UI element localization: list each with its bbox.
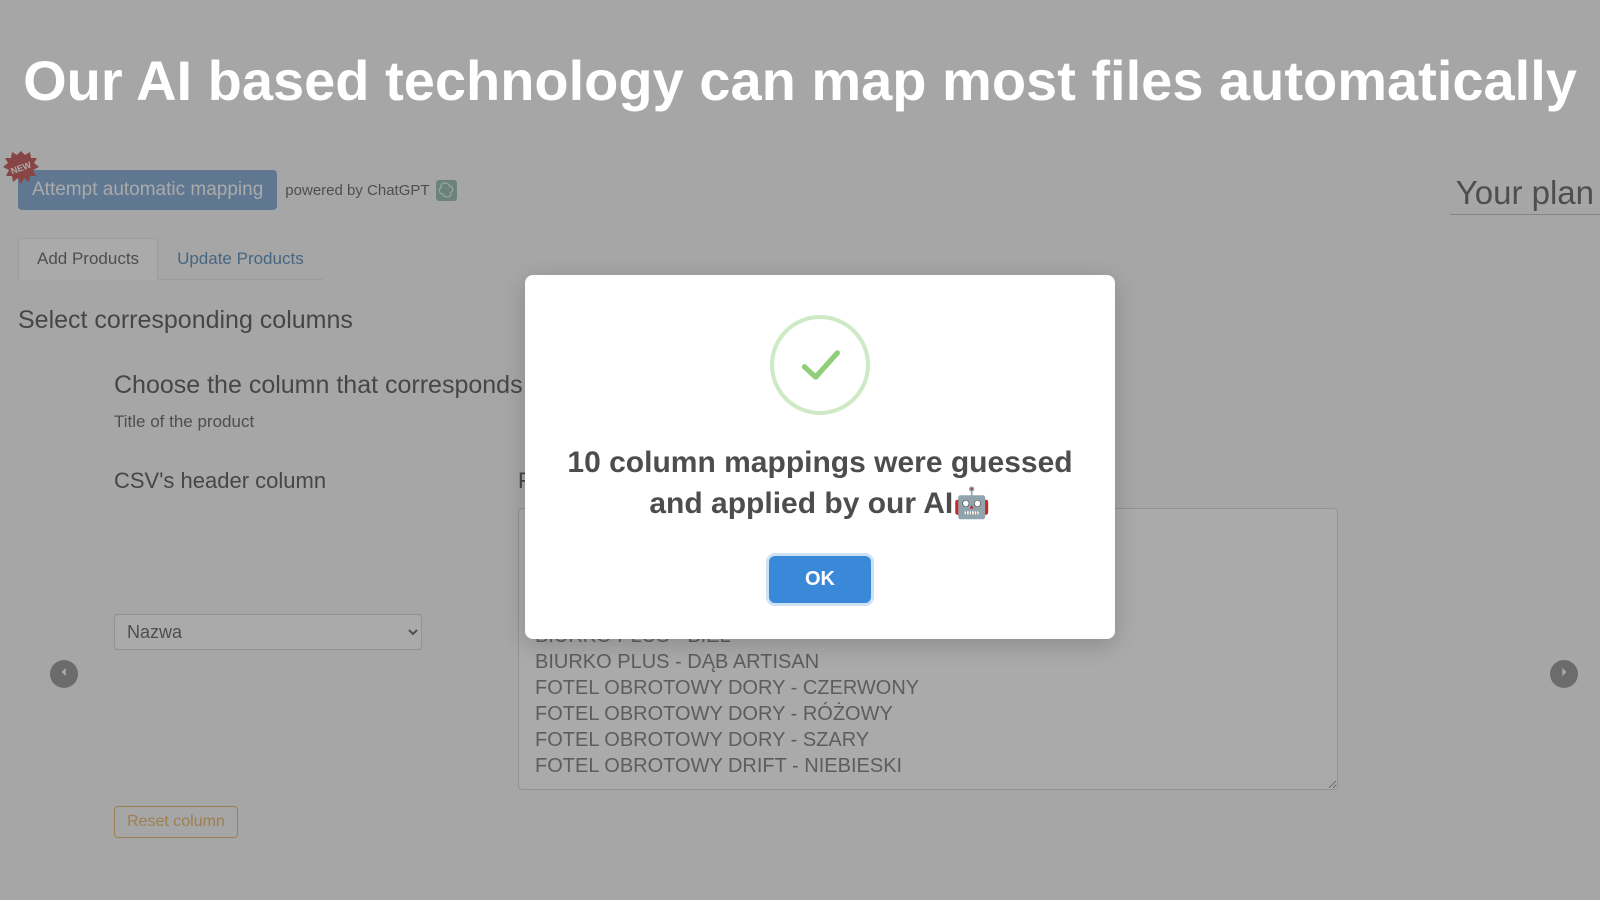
modal-message: 10 column mappings were guessed and appl… — [565, 443, 1075, 524]
success-check-icon — [770, 315, 870, 415]
modal-ok-button[interactable]: OK — [769, 556, 871, 603]
success-modal: 10 column mappings were guessed and appl… — [525, 275, 1115, 639]
banner-title: Our AI based technology can map most fil… — [23, 48, 1577, 113]
banner: Our AI based technology can map most fil… — [0, 0, 1600, 160]
